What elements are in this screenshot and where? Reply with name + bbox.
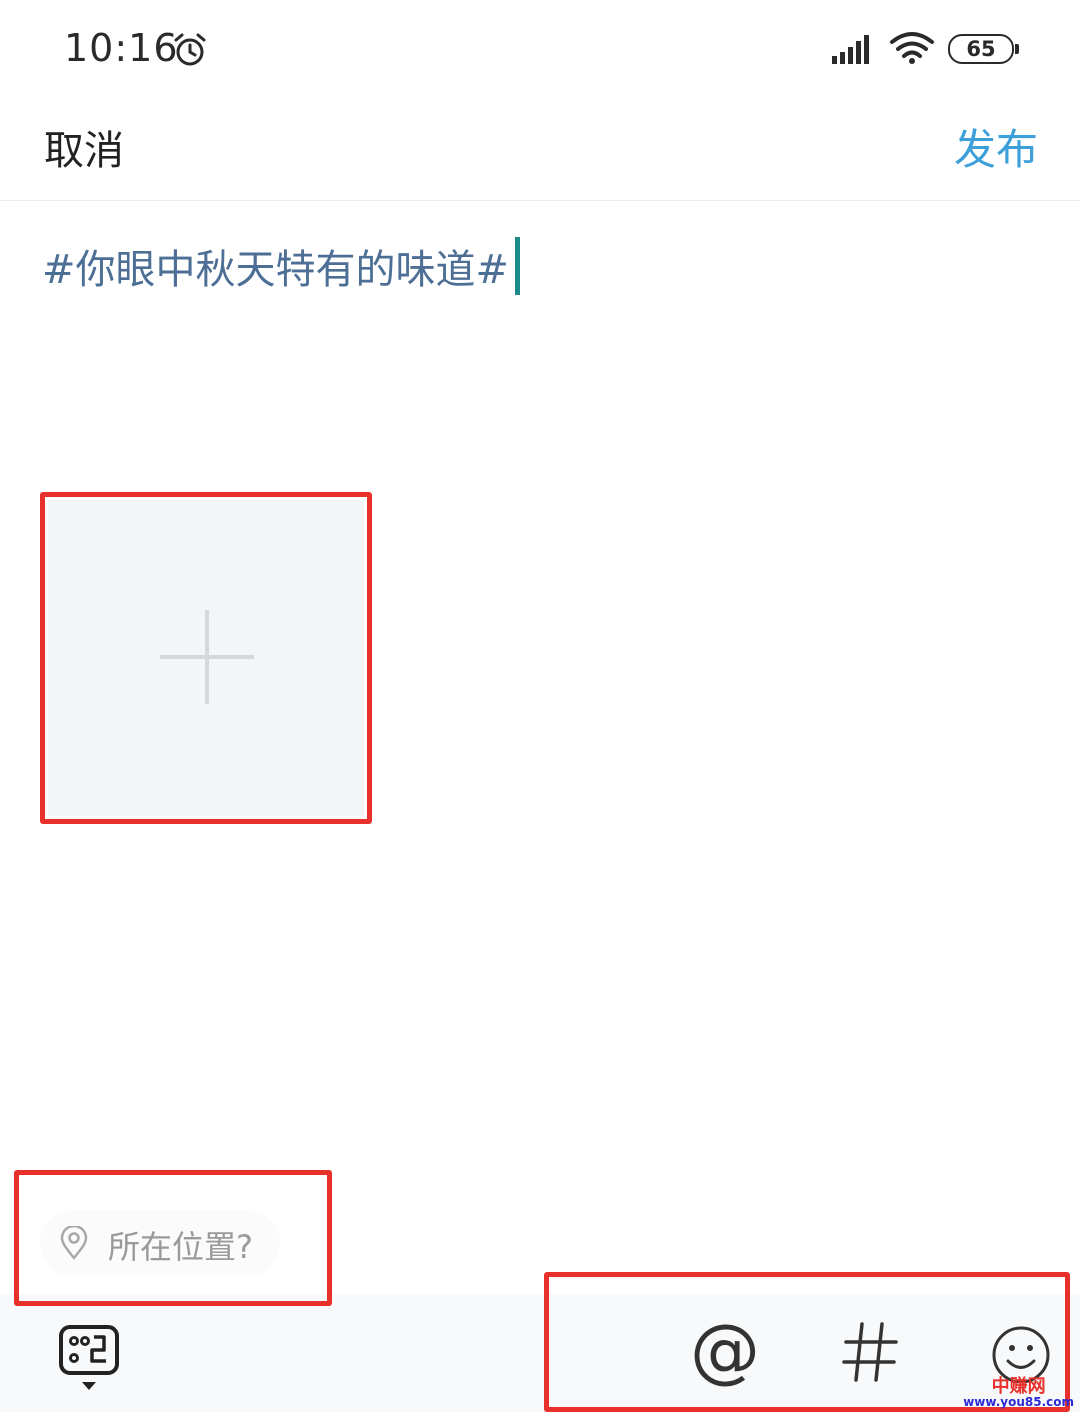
text-cursor (515, 237, 521, 295)
watermark-url: www.you85.com (963, 1395, 1074, 1409)
signal-icon (832, 35, 869, 64)
keyboard-toggle-icon[interactable] (58, 1324, 120, 1392)
compose-header: 取消 发布 (0, 100, 1080, 201)
topic-hashtag-text: #你眼中秋天特有的味道# (42, 247, 510, 293)
watermark: 中赚网 www.you85.com (963, 1376, 1074, 1409)
status-time: 10:16 (64, 26, 179, 70)
status-bar: 10:16 65 (0, 0, 1080, 100)
cancel-button[interactable]: 取消 (44, 118, 124, 176)
alarm-icon (174, 33, 206, 66)
annotation-box-image (40, 492, 372, 824)
wifi-icon (890, 32, 934, 64)
compose-text-area[interactable]: #你眼中秋天特有的味道# (42, 236, 521, 296)
watermark-title: 中赚网 (991, 1376, 1046, 1397)
annotation-box-location (14, 1170, 332, 1306)
battery-indicator: 65 (948, 34, 1019, 64)
battery-level: 65 (966, 37, 996, 61)
publish-button[interactable]: 发布 (954, 116, 1038, 177)
